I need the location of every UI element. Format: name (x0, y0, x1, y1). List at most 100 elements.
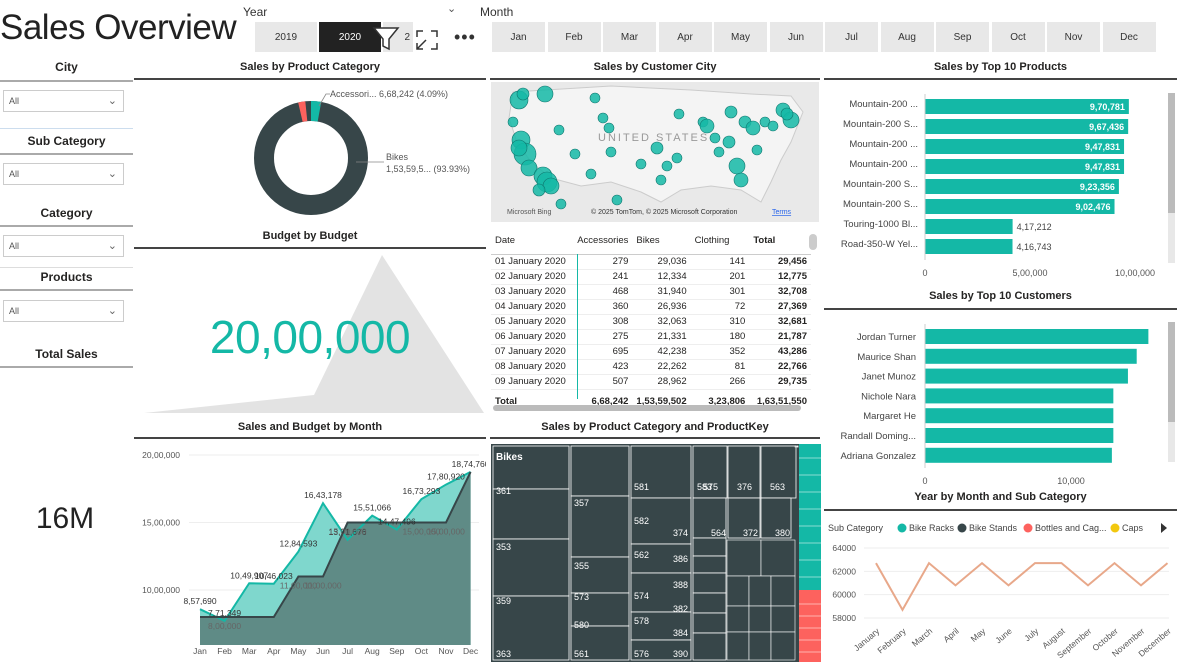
x-tick-label: 10,000 (1057, 476, 1085, 486)
donut-slice-bikes (254, 101, 368, 215)
table-row[interactable]: 01 January 2020 279 29,036 141 29,456 (491, 254, 811, 269)
table-row[interactable]: 02 January 2020 241 12,334 201 12,775 (491, 269, 811, 284)
y-tick-label: 20,00,000 (142, 450, 180, 460)
column-divider (577, 254, 578, 399)
top-products-title: Sales by Top 10 Products (933, 61, 1068, 73)
products-dropdown[interactable]: All ⌄ (3, 300, 124, 322)
table-cell: 81 (734, 361, 746, 372)
month-tile-feb[interactable]: Feb (547, 22, 601, 52)
x-tick-label: May (290, 646, 307, 656)
x-tick-label: 0 (922, 476, 927, 486)
top-products-chart[interactable]: Mountain-200 ... 9,70,781 Mountain-200 S..… (824, 84, 1177, 289)
more-options-icon[interactable]: ••• (454, 27, 476, 48)
table-row[interactable]: 06 January 2020 275 21,331 180 21,787 (491, 329, 811, 344)
subcategory-dropdown[interactable]: All ⌄ (3, 163, 124, 185)
sales-table[interactable]: Date Accessories Bikes Clothing Total 01 Jan… (491, 228, 819, 413)
table-cell: 241 (612, 271, 629, 282)
city-dropdown[interactable]: All ⌄ (3, 90, 124, 112)
month-tile-apr[interactable]: Apr (658, 22, 712, 52)
treemap-tile (570, 445, 630, 497)
product-value-label: 9,23,356 (1080, 182, 1115, 192)
product-value-label: 4,16,743 (1017, 242, 1052, 252)
month-tile-nov[interactable]: Nov (1047, 22, 1100, 52)
treemap-tile (692, 592, 727, 614)
table-row[interactable]: 05 January 2020 308 32,063 310 32,681 (491, 314, 811, 329)
chevron-down-icon[interactable]: ⌄ (447, 2, 456, 15)
table-cell: 43,286 (777, 346, 807, 357)
city-bubble (671, 152, 683, 164)
month-tile-jun[interactable]: Jun (769, 22, 823, 52)
table-hscrollbar[interactable] (493, 405, 801, 411)
city-bubble (611, 194, 623, 206)
treemap-tile-label: 357 (574, 498, 589, 508)
legend-item: Caps (1122, 523, 1144, 533)
month-tile-jan[interactable]: Jan (492, 22, 545, 52)
table-cell: 22,766 (777, 361, 807, 372)
month-tile-oct[interactable]: Oct (991, 22, 1045, 52)
product-label: Mountain-200 S... (843, 199, 918, 210)
category-value: All (9, 241, 20, 251)
x-tick-label: June (993, 626, 1014, 646)
donut-chart[interactable]: Accessori... 6,68,242 (4.09%) Bikes 1,53… (134, 82, 486, 232)
sales-budget-chart[interactable]: 20,00,000 15,00,000 10,00,000 8,57,690 7,71,… (134, 440, 490, 667)
x-tick-label: Jan (193, 646, 207, 656)
category-dropdown[interactable]: All ⌄ (3, 235, 124, 257)
table-cell: 09 January 2020 (495, 376, 566, 387)
month-tile-aug[interactable]: Aug (880, 22, 934, 52)
table-row[interactable]: 09 January 2020 507 28,962 266 29,735 (491, 374, 811, 389)
month-sub-chart[interactable]: Sub Category Bike Racks Bike Stands Bottles… (824, 514, 1177, 669)
subcategory-value: All (9, 169, 20, 179)
customer-city-map[interactable]: UNITED STATES Microsoft Bing © 2025 TomT… (491, 82, 819, 222)
table-header-clothing[interactable]: Clothing (691, 228, 750, 254)
customer-label: Maurice Shan (857, 352, 916, 363)
year-tile-2019[interactable]: 2019 (255, 22, 317, 52)
treemap-tile-label: 578 (634, 616, 649, 626)
month-tile-dec[interactable]: Dec (1102, 22, 1156, 52)
map-copyright: © 2025 TomTom, © 2025 Microsoft Corporat… (591, 208, 737, 216)
treemap-tile-label: 561 (574, 649, 589, 659)
city-bubble (709, 132, 721, 144)
month-tile-jul[interactable]: Jul (825, 22, 878, 52)
month-tile-sep[interactable]: Sep (936, 22, 989, 52)
filter-icon[interactable] (372, 26, 400, 52)
table-header-bikes[interactable]: Bikes (632, 228, 690, 254)
month-tile-may[interactable]: May (714, 22, 767, 52)
matrix-table: Date Accessories Bikes Clothing Total 01 Jan… (491, 228, 811, 413)
donut-label-accessories: Accessori... 6,68,242 (4.09%) (330, 89, 448, 99)
chevron-down-icon: ⌄ (107, 168, 117, 180)
divider (490, 78, 820, 80)
city-bubble (597, 112, 609, 124)
table-cell: 29,735 (777, 376, 807, 387)
table-cell: 32,708 (777, 286, 807, 297)
table-header-total[interactable]: Total (749, 228, 811, 254)
treemap-tile-label: 573 (574, 592, 589, 602)
top-customers-chart[interactable]: Jordan Turner Maurice Shan Janet Munoz Nich… (824, 318, 1177, 495)
legend-title: Sub Category (828, 523, 884, 533)
table-cell: 06 January 2020 (495, 331, 566, 342)
table-row[interactable]: 04 January 2020 360 26,936 72 27,369 (491, 299, 811, 314)
table-header-accessories[interactable]: Accessories (573, 228, 632, 254)
treemap-tile-label: 372 (743, 528, 758, 538)
budget-data-label: 15,00,000 (427, 527, 465, 537)
city-bubble (751, 144, 763, 156)
table-cell: 27,369 (777, 301, 807, 312)
subcategory-label: Sub Category (27, 134, 106, 148)
table-cell: 180 (729, 331, 746, 342)
treemap-chart[interactable]: Bikes 361 353 359 363 357 355 573 580 561 581 582 56… (491, 444, 821, 667)
table-scrollbar[interactable] (809, 234, 817, 250)
customer-label: Janet Munoz (862, 372, 917, 383)
scrollbar[interactable] (1168, 322, 1175, 462)
table-header-date[interactable]: Date (491, 228, 573, 254)
table-row[interactable]: 08 January 2020 423 22,262 81 22,766 (491, 359, 811, 374)
y-tick-label: 62000 (832, 566, 856, 576)
customer-bar (925, 329, 1149, 344)
divider (134, 78, 486, 80)
treemap-tile-label: 574 (634, 591, 649, 601)
map-terms-link: Terms (772, 209, 792, 216)
scrollbar[interactable] (1168, 93, 1175, 263)
focus-mode-icon[interactable] (414, 28, 440, 52)
city-bubble (605, 146, 617, 158)
table-row[interactable]: 03 January 2020 468 31,940 301 32,708 (491, 284, 811, 299)
table-row[interactable]: 07 January 2020 695 42,238 352 43,286 (491, 344, 811, 359)
month-tile-mar[interactable]: Mar (603, 22, 656, 52)
